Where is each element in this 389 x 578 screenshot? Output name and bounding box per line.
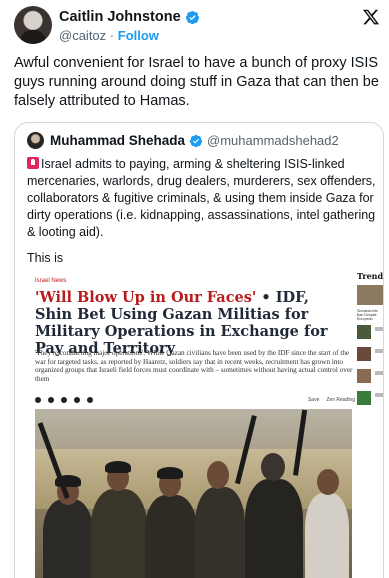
article-title-quote: 'Will Blow Up in Our Faces' xyxy=(35,289,257,306)
author-avatar[interactable] xyxy=(14,6,52,44)
x-logo-icon[interactable] xyxy=(362,8,380,26)
article-photo xyxy=(35,409,352,578)
article-toolbar: Save Zen Reading xyxy=(35,395,355,405)
verified-badge-icon xyxy=(185,10,199,24)
twitter-icon xyxy=(61,397,67,403)
quoted-footer-text: This is xyxy=(27,251,64,265)
sidebar-heading: Trending xyxy=(357,271,384,281)
photo-figure xyxy=(145,495,197,578)
quoted-author-handle: @muhammadshehad2 xyxy=(207,133,339,148)
siren-icon xyxy=(27,157,39,169)
tweet-header: Caitlin Johnstone @caitoz · Follow xyxy=(14,6,380,46)
photo-figure xyxy=(195,487,245,578)
comment-icon xyxy=(87,397,93,403)
article-kicker: Israel News xyxy=(35,278,67,284)
article-subtitle: 'They're conducting major operations': W… xyxy=(35,349,353,383)
sidebar-thumbnail xyxy=(357,347,371,361)
whatsapp-icon xyxy=(74,397,80,403)
follow-button[interactable]: Follow xyxy=(118,28,159,43)
facebook-icon xyxy=(48,397,54,403)
save-label: Save xyxy=(307,397,320,403)
photo-figure xyxy=(43,499,93,578)
quoted-author-name: Muhammad Shehada xyxy=(50,133,186,148)
quoted-tweet[interactable]: Muhammad Shehada @muhammadshehad2 Israel… xyxy=(14,122,384,578)
article-sidebar: Trending Slovakia Arts Ban Despite Europ… xyxy=(355,267,384,578)
article-title: 'Will Blow Up in Our Faces' • IDF, Shin … xyxy=(35,289,345,357)
sidebar-thumbnail xyxy=(357,285,383,305)
sidebar-item-text: Slovakia Arts Ban Despite European xyxy=(357,309,378,321)
quoted-header: Muhammad Shehada @muhammadshehad2 xyxy=(27,132,339,149)
share-icon xyxy=(35,397,41,403)
quoted-avatar xyxy=(27,132,44,149)
tweet-text: Awful convenient for Israel to have a bu… xyxy=(14,55,379,109)
author-handle[interactable]: @caitoz xyxy=(59,28,106,43)
sidebar-thumbnail xyxy=(357,369,371,383)
article-screenshot: Israel News 'Will Blow Up in Our Faces' … xyxy=(31,275,383,578)
quoted-body-text: Israel admits to paying, arming & shelte… xyxy=(27,157,376,239)
sidebar-thumbnail xyxy=(357,391,371,405)
photo-figure xyxy=(245,479,303,578)
author-handle-row: @caitoz · Follow xyxy=(59,28,159,43)
quoted-body: Israel admits to paying, arming & shelte… xyxy=(27,156,379,241)
zen-reading-label: Zen Reading xyxy=(326,397,355,403)
sidebar-thumbnail xyxy=(357,325,371,339)
author-name[interactable]: Caitlin Johnstone xyxy=(59,9,181,25)
photo-figure xyxy=(305,493,349,578)
author-name-row: Caitlin Johnstone xyxy=(59,9,200,25)
verified-badge-icon xyxy=(189,134,203,147)
photo-background xyxy=(35,449,352,509)
photo-figure xyxy=(91,489,147,578)
handle-separator: · xyxy=(109,28,115,43)
